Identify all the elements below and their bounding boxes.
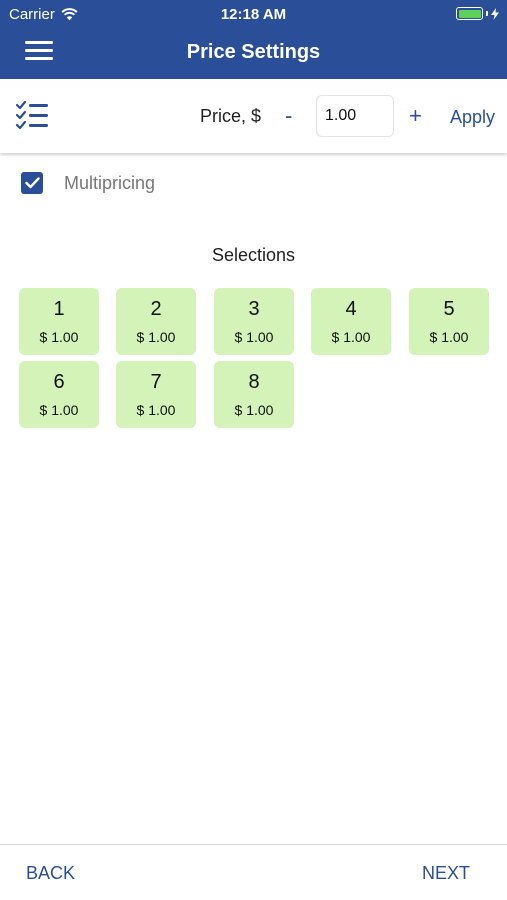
back-button[interactable]: BACK	[26, 863, 75, 884]
status-bar: Carrier 12:18 AM	[0, 0, 507, 28]
selection-price: $ 1.00	[429, 329, 469, 345]
selection-price: $ 1.00	[234, 329, 274, 345]
selection-number: 3	[248, 298, 260, 320]
price-label: Price, $	[200, 106, 262, 126]
selection-number: 6	[53, 371, 65, 393]
battery-icon	[456, 7, 483, 20]
selection-tile[interactable]: 5 $ 1.00	[409, 288, 489, 355]
selections-title: Selections	[211, 245, 296, 265]
selection-tile[interactable]: 7 $ 1.00	[116, 361, 196, 428]
selection-tile[interactable]: 2 $ 1.00	[116, 288, 196, 355]
selection-number: 7	[150, 371, 162, 393]
selection-number: 2	[150, 298, 162, 320]
selection-number: 8	[248, 371, 260, 393]
selection-tile[interactable]: 8 $ 1.00	[214, 361, 294, 428]
header-bar: Carrier 12:18 AM Price Settings	[0, 0, 507, 79]
price-toolbar: Price, $ - + Apply	[0, 79, 507, 153]
selection-tile[interactable]: 1 $ 1.00	[19, 288, 99, 355]
checkmark-icon	[24, 177, 40, 189]
apply-button[interactable]: Apply	[450, 107, 495, 128]
selection-tile[interactable]: 6 $ 1.00	[19, 361, 99, 428]
selection-price: $ 1.00	[234, 402, 274, 418]
multipricing-label: Multipricing	[64, 172, 156, 193]
selection-tile[interactable]: 4 $ 1.00	[311, 288, 391, 355]
selection-price: $ 1.00	[331, 329, 371, 345]
selection-number: 5	[443, 298, 455, 320]
checklist-icon[interactable]	[15, 100, 49, 132]
selection-number: 4	[345, 298, 357, 320]
selection-price: $ 1.00	[136, 402, 176, 418]
selection-price: $ 1.00	[39, 329, 79, 345]
multipricing-toggle[interactable]: Multipricing	[21, 172, 155, 194]
battery-tip	[486, 11, 488, 16]
price-input[interactable]	[316, 95, 394, 137]
page-title: Price Settings	[186, 41, 321, 63]
battery-indicator	[456, 7, 499, 20]
selection-number: 1	[53, 298, 65, 320]
charging-bolt-icon	[491, 7, 499, 20]
next-button[interactable]: NEXT	[422, 863, 470, 884]
increment-button[interactable]: +	[409, 103, 422, 129]
selection-price: $ 1.00	[39, 402, 79, 418]
status-time: 12:18 AM	[220, 6, 287, 23]
selection-price: $ 1.00	[136, 329, 176, 345]
selection-tile[interactable]: 3 $ 1.00	[214, 288, 294, 355]
multipricing-checkbox[interactable]	[21, 172, 43, 194]
footer-divider	[0, 844, 507, 845]
decrement-button[interactable]: -	[285, 103, 292, 129]
